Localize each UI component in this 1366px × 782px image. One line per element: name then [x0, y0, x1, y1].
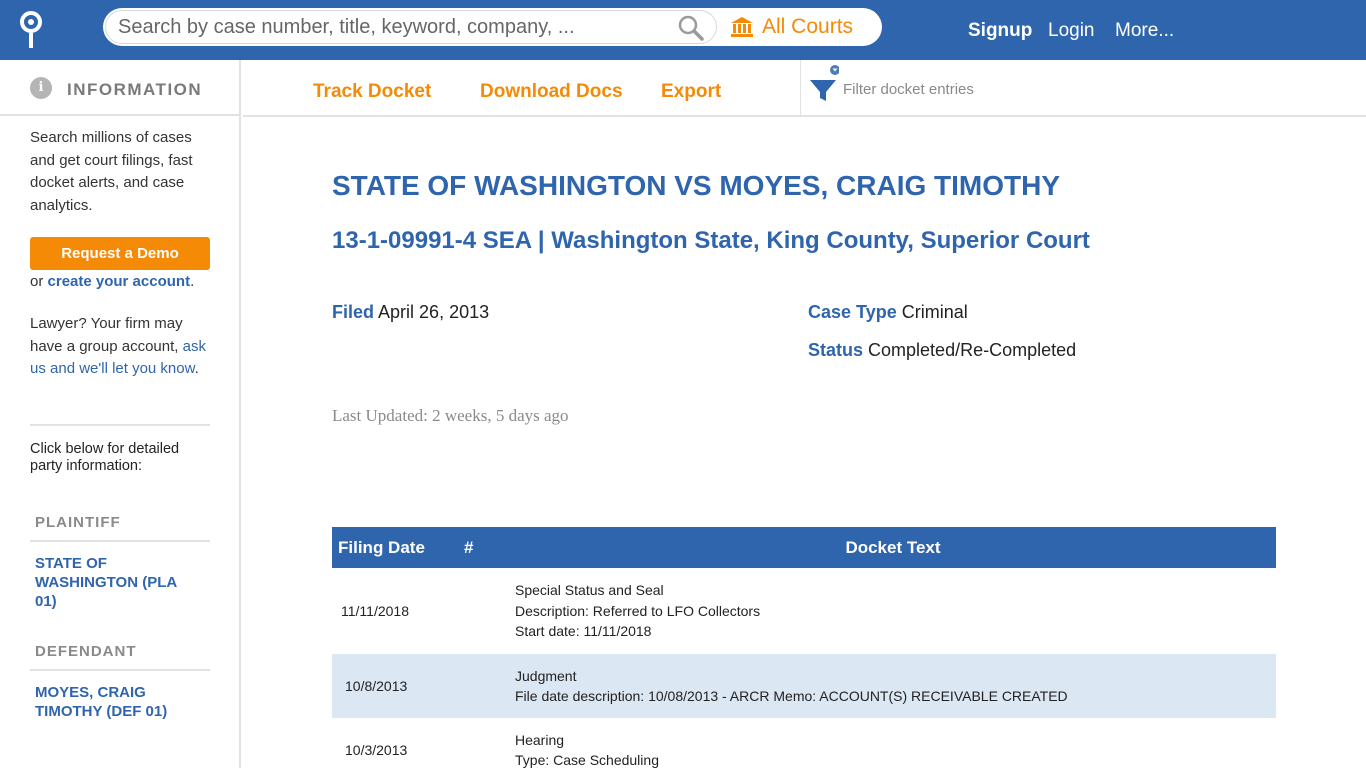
docket-text-line: Start date: 11/11/2018: [515, 623, 652, 640]
case-type-value: Criminal: [901, 302, 968, 322]
status-value: Completed/Re-Completed: [868, 340, 1077, 360]
docket-text-line: Description: Referred to LFO Collectors: [515, 602, 761, 619]
sidebar-heading: INFORMATION: [67, 80, 203, 99]
column-header-docket-text[interactable]: Docket Text: [510, 527, 1276, 568]
search-bar: All Courts: [103, 8, 882, 46]
filing-date-cell: 10/3/2013: [345, 741, 408, 758]
docket-text-line: Special Status and Seal: [515, 582, 664, 599]
toolbar-separator: [800, 60, 801, 115]
docket-text-cell: Special Status and Seal Description: Ref…: [510, 568, 1276, 654]
defendant-party-link[interactable]: MOYES, CRAIG TIMOTHY (DEF 01): [35, 683, 200, 721]
docket-toolbar: Track Docket Download Docs Export: [243, 60, 1366, 117]
table-row[interactable]: 11/11/2018 Special Status and Seal Descr…: [332, 568, 1276, 654]
filing-date-cell: 10/8/2013: [345, 677, 408, 694]
column-header-number[interactable]: #: [450, 527, 510, 568]
docket-text-line: Hearing: [515, 731, 565, 748]
status-label: Status: [808, 340, 864, 360]
lawyer-text: Lawyer? Your firm may have a group accou…: [30, 315, 183, 355]
docket-text-line: Type: Case Scheduling: [515, 752, 659, 768]
docket-text-line: Judgment: [515, 667, 577, 684]
plaintiff-party-link[interactable]: STATE OF WASHINGTON (PLA 01): [35, 554, 200, 611]
party-prompt: Click below for detailed party informati…: [30, 441, 180, 474]
sidebar-intro: Search millions of cases and get court f…: [30, 129, 193, 214]
last-updated: Last Updated: 2 weeks, 5 days ago: [332, 406, 569, 425]
filed-label: Filed: [332, 302, 375, 322]
docket-text-cell: Hearing Type: Case Scheduling: [510, 718, 1276, 782]
plaintiff-divider: [30, 540, 210, 542]
search-input[interactable]: [105, 10, 717, 44]
request-demo-button[interactable]: Request a Demo: [30, 237, 210, 270]
create-account-line: or create your account.: [30, 273, 195, 290]
docket-header-row: Filing Date # Docket Text: [332, 527, 1276, 568]
filed-field: Filed April 26, 2013: [332, 302, 489, 323]
entry-number-cell: [450, 654, 510, 718]
all-courts-label: All Courts: [762, 15, 854, 38]
search-icon[interactable]: [677, 14, 705, 42]
column-header-filing-date[interactable]: Filing Date: [332, 527, 450, 568]
courthouse-icon: [731, 17, 753, 37]
case-type-label: Case Type: [808, 302, 897, 322]
entry-number-cell: [450, 568, 510, 654]
or-text: or: [30, 273, 44, 290]
top-navigation-bar: All Courts Signup Login More...: [0, 0, 1366, 60]
status-field: Status Completed/Re-Completed: [808, 340, 1076, 361]
plaintiff-heading: PLAINTIFF: [35, 514, 121, 531]
case-title: STATE OF WASHINGTON VS MOYES, CRAIG TIMO…: [332, 170, 1061, 201]
sidebar-header: i INFORMATION: [0, 60, 239, 116]
defendant-heading: DEFENDANT: [35, 643, 137, 660]
filed-value: April 26, 2013: [378, 302, 490, 322]
track-docket-button[interactable]: Track Docket: [313, 81, 431, 103]
docket-text-cell: Judgment File date description: 10/08/20…: [510, 654, 1276, 718]
docket-table: Filing Date # Docket Text 11/11/2018 Spe…: [332, 527, 1276, 782]
sidebar-divider: [30, 424, 210, 426]
create-account-link[interactable]: create your account: [48, 273, 191, 290]
filter-docket-input[interactable]: [843, 76, 1263, 102]
case-subtitle: 13-1-09991-4 SEA | Washington State, Kin…: [332, 227, 1090, 254]
table-row[interactable]: 10/8/2013 Judgment File date description…: [332, 654, 1276, 718]
info-sidebar: i INFORMATION Search millions of cases a…: [0, 60, 241, 768]
more-menu-link[interactable]: More...: [1115, 20, 1174, 44]
defendant-divider: [30, 669, 210, 671]
entry-number-cell: [450, 718, 510, 782]
export-button[interactable]: Export: [661, 81, 721, 103]
table-row[interactable]: 10/3/2013 Hearing Type: Case Scheduling: [332, 718, 1276, 782]
download-docs-button[interactable]: Download Docs: [480, 81, 623, 103]
filter-funnel-icon[interactable]: [809, 64, 839, 104]
login-link[interactable]: Login: [1048, 20, 1095, 44]
lawyer-note: Lawyer? Your firm may have a group accou…: [30, 315, 206, 377]
signup-link[interactable]: Signup: [968, 20, 1032, 44]
docket-logo-icon[interactable]: [18, 10, 44, 50]
info-icon: i: [30, 77, 52, 99]
case-type-field: Case Type Criminal: [808, 302, 968, 323]
filing-date-cell: 11/11/2018: [341, 602, 409, 619]
all-courts-button[interactable]: All Courts: [730, 8, 853, 46]
docket-text-line: File date description: 10/08/2013 - ARCR…: [515, 688, 1068, 704]
